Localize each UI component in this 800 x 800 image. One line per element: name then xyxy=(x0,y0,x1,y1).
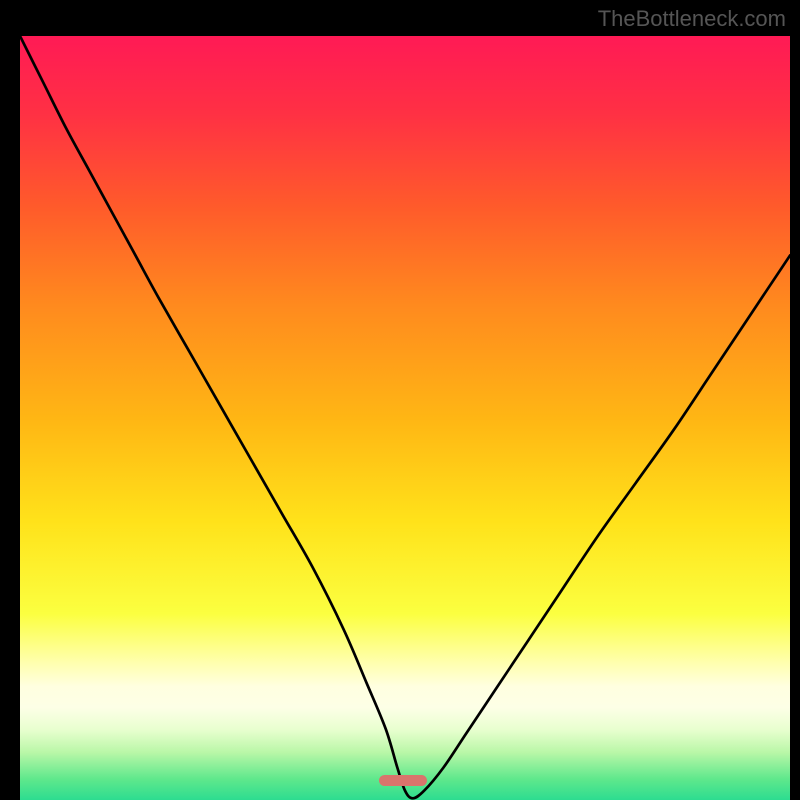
watermark-label: TheBottleneck.com xyxy=(598,6,786,32)
bottleneck-marker xyxy=(379,775,427,786)
plot-area xyxy=(20,36,790,790)
chart-container: TheBottleneck.com xyxy=(0,0,800,800)
gradient-background xyxy=(20,36,790,800)
